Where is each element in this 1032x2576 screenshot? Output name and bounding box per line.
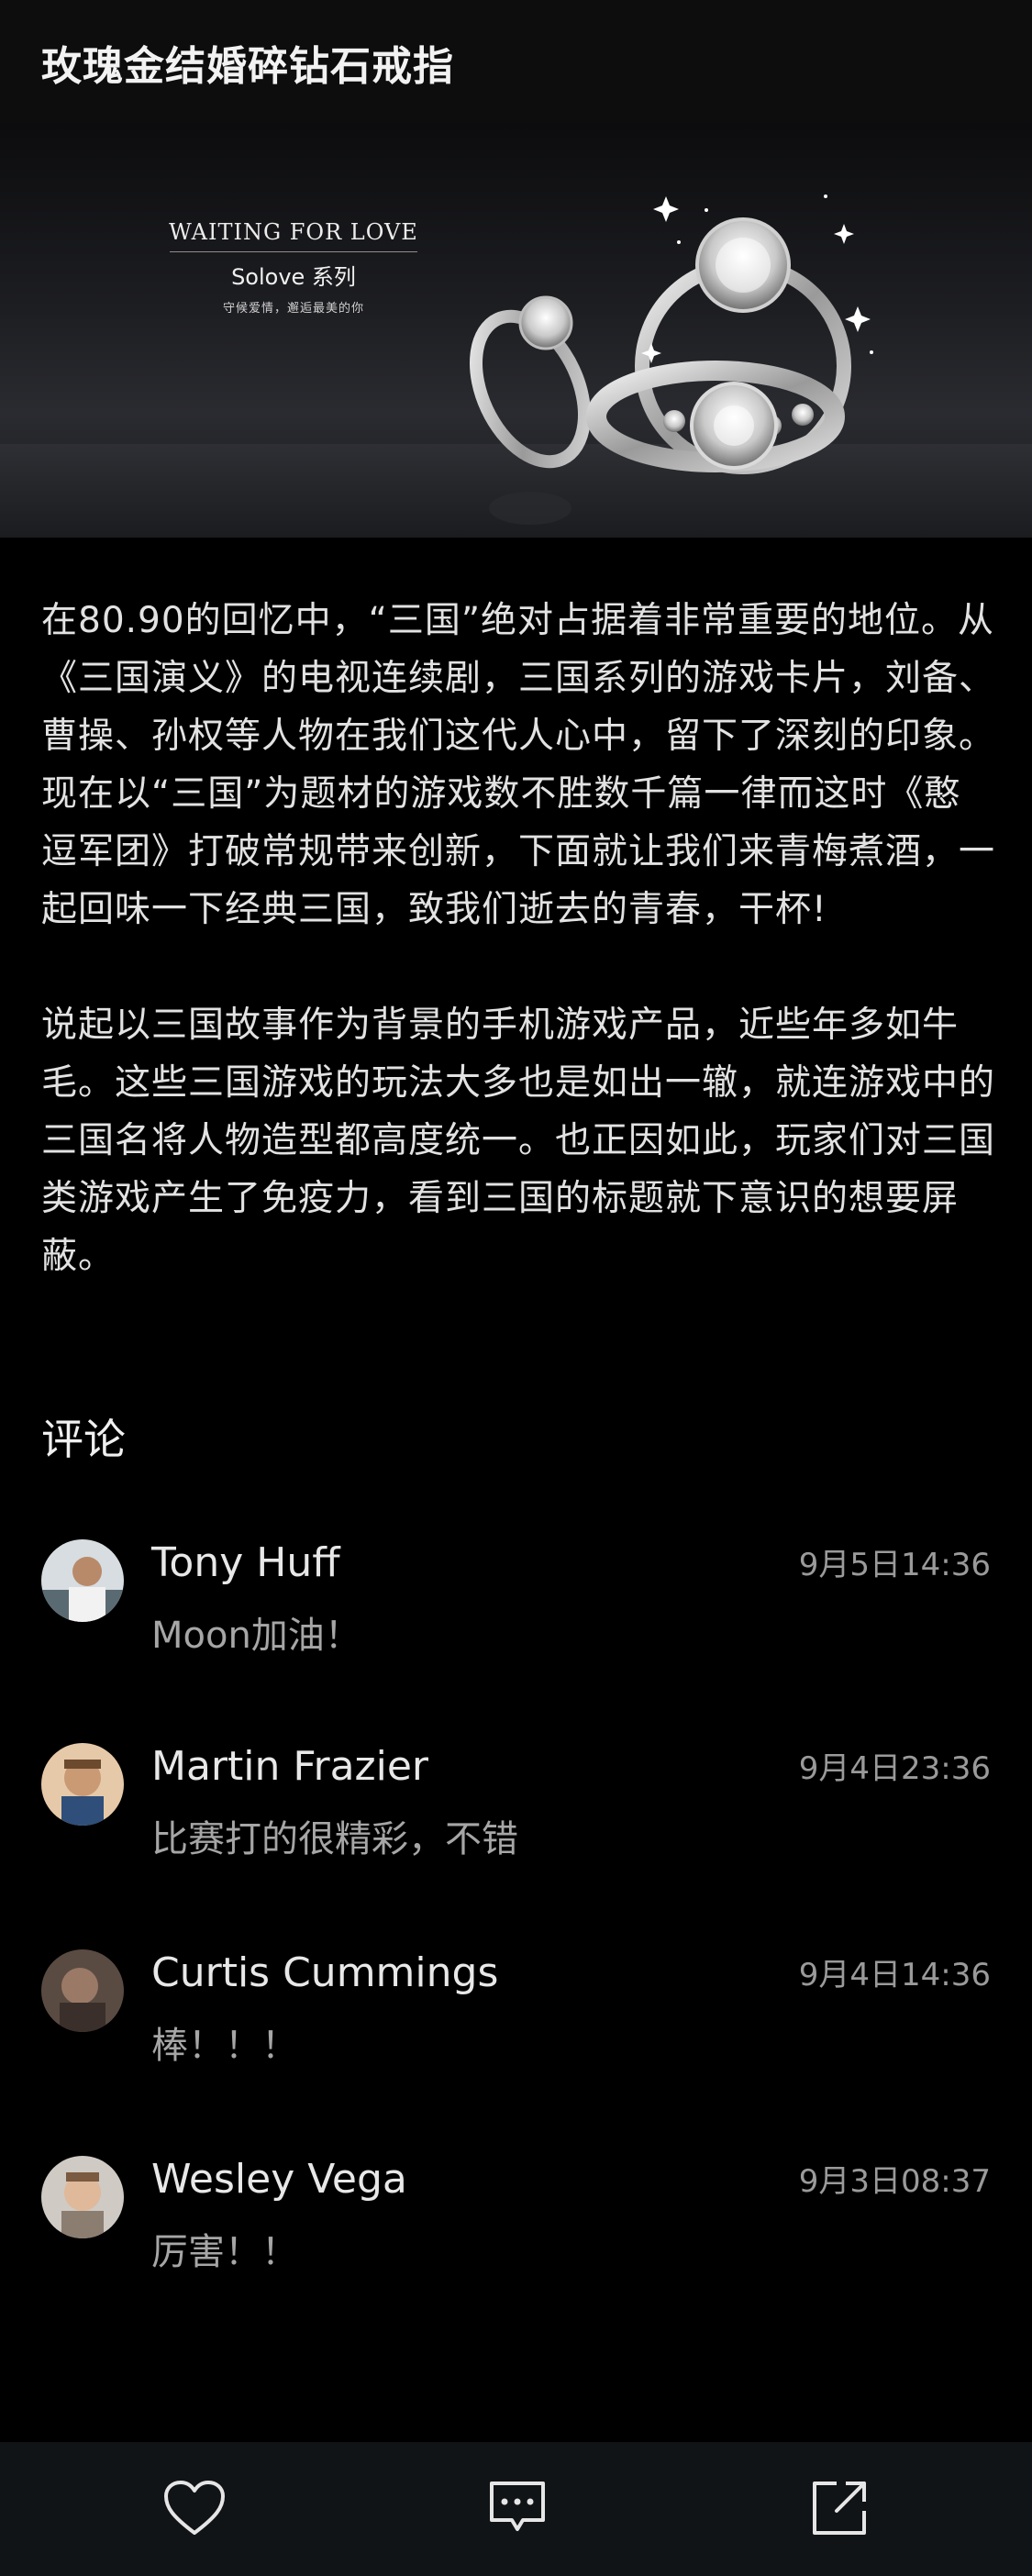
comment-text: 厉害！！ — [151, 2231, 298, 2273]
comment-text: Moon加油！ — [151, 1615, 361, 1657]
comment-timestamp: 9月4日14:36 — [798, 1957, 991, 1993]
comment-text: 比赛打的很精彩，不错 — [151, 1818, 518, 1860]
avatar[interactable] — [41, 1539, 124, 1622]
banner-series: Solove 系列 — [231, 264, 356, 290]
comment-button[interactable] — [481, 2471, 554, 2545]
bottom-toolbar — [0, 2442, 1032, 2576]
comment-item: Martin Frazier 9月4日23:36 比赛打的很精彩，不错 — [41, 1743, 991, 1881]
article-paragraph: 说起以三国故事作为背景的手机游戏产品，近些年多如牛毛。这些三国游戏的玩法大多也是… — [41, 1005, 996, 1277]
share-icon — [813, 2482, 866, 2535]
avatar[interactable] — [41, 2156, 124, 2238]
comment-item: Wesley Vega 9月3日08:37 厉害！！ — [41, 2156, 991, 2293]
avatar[interactable] — [41, 1743, 124, 1826]
article-body: 在80.90的回忆中，“三国”绝对占据着非常重要的地位。从《三国演义》的电视连续… — [41, 592, 995, 1343]
page-title: 玫瑰金结婚碎钻石戒指 — [41, 43, 454, 90]
article-paragraph: 在80.90的回忆中，“三国”绝对占据着非常重要的地位。从《三国演义》的电视连续… — [41, 600, 996, 930]
banner-image: WAITING FOR LOVE Solove 系列 守候爱情，邂逅最美的你 — [0, 123, 1032, 538]
comment-author[interactable]: Martin Frazier — [151, 1743, 428, 1790]
comment-timestamp: 9月5日14:36 — [798, 1547, 991, 1583]
top-bar: 玫瑰金结婚碎钻石戒指 — [0, 0, 1032, 123]
comment-timestamp: 9月3日08:37 — [798, 2163, 991, 2200]
comment-text: 棒！！！ — [151, 2025, 298, 2067]
banner-divider — [170, 251, 417, 252]
banner-text: WAITING FOR LOVE Solove 系列 守候爱情，邂逅最美的你 — [138, 219, 449, 316]
heart-icon — [164, 2481, 225, 2535]
comment-item: Tony Huff 9月5日14:36 Moon加油！ — [41, 1539, 991, 1677]
comment-author[interactable]: Tony Huff — [151, 1539, 340, 1586]
banner-tagline: 守候爱情，邂逅最美的你 — [222, 302, 364, 316]
like-button[interactable] — [158, 2471, 231, 2545]
comment-icon — [490, 2482, 545, 2531]
comment-item: Curtis Cummings 9月4日14:36 棒！！！ — [41, 1949, 991, 2087]
comment-author[interactable]: Curtis Cummings — [151, 1949, 498, 1996]
comment-author[interactable]: Wesley Vega — [151, 2156, 407, 2203]
banner-heading: WAITING FOR LOVE — [169, 219, 418, 245]
comment-timestamp: 9月4日23:36 — [798, 1750, 991, 1787]
share-button[interactable] — [803, 2471, 876, 2545]
diamond-rings-illustration — [469, 194, 873, 525]
comments-heading: 评论 — [41, 1415, 126, 1464]
avatar[interactable] — [41, 1949, 124, 2032]
